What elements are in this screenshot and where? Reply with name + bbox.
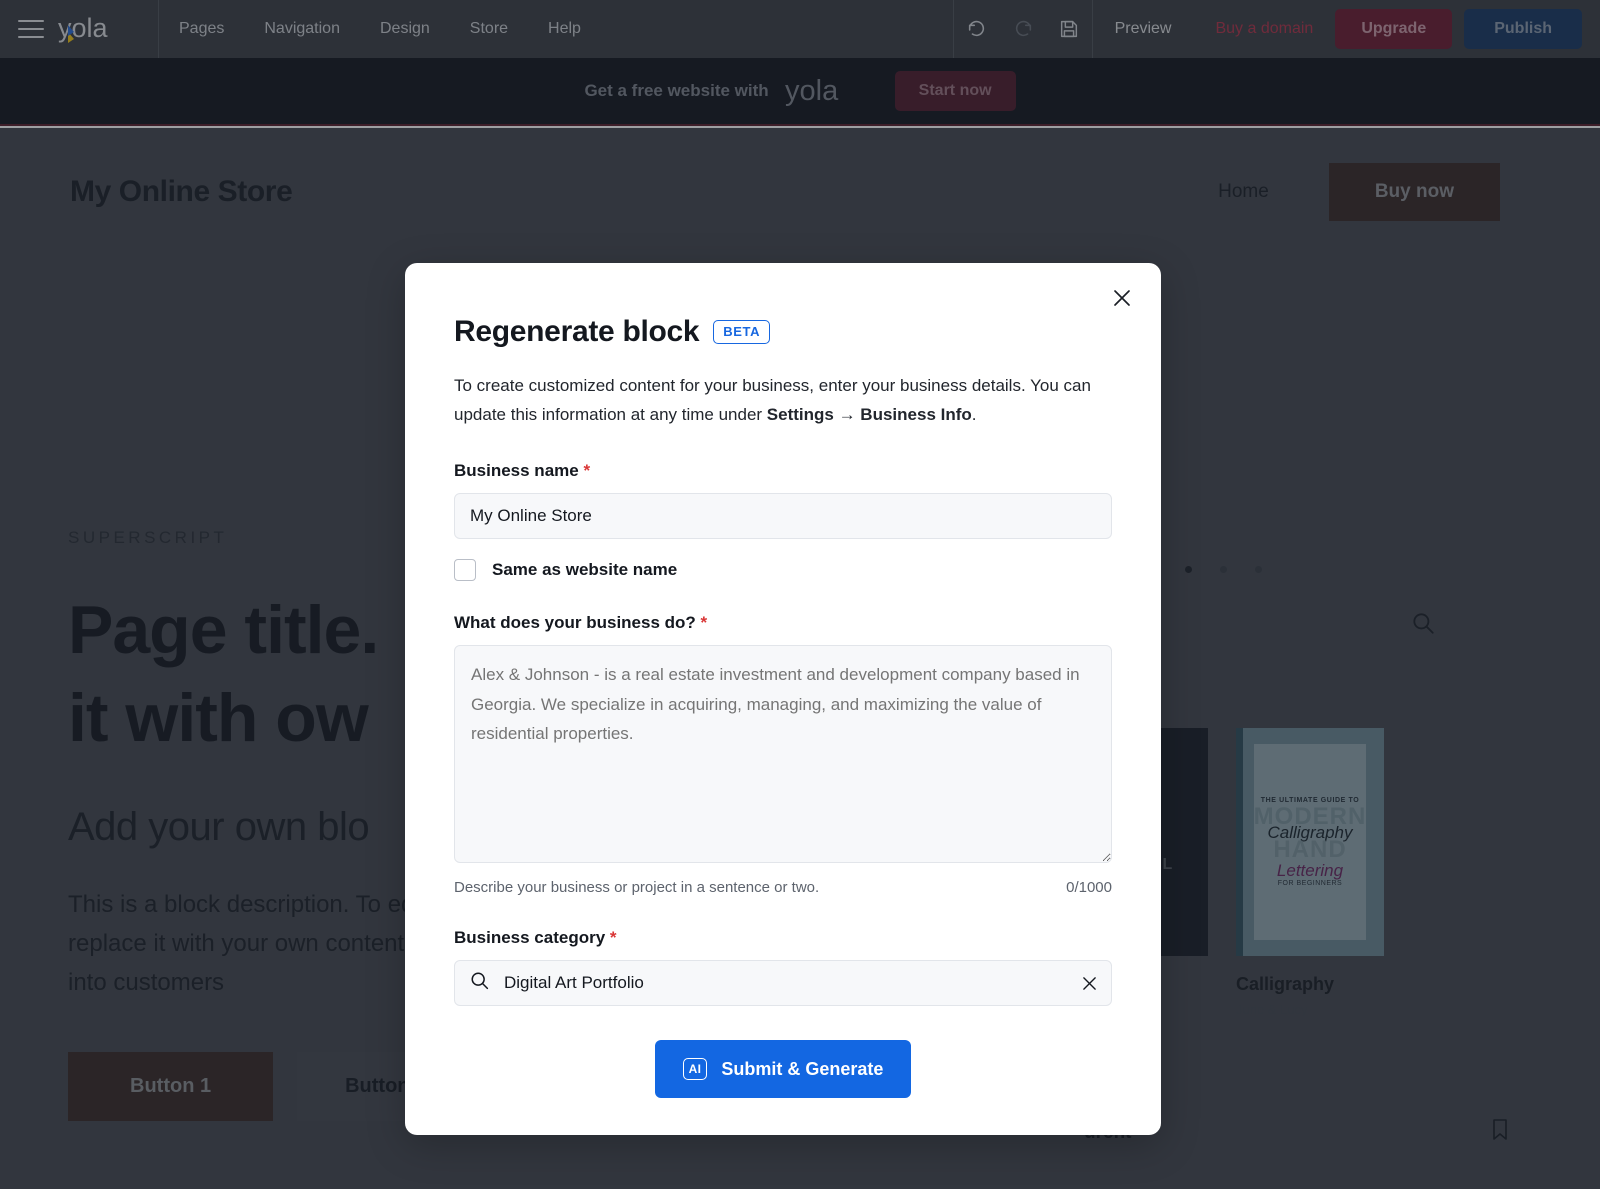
business-do-counter: 0/1000 [1066,879,1112,897]
modal-description: To create customized content for your bu… [454,371,1104,429]
same-as-website-label: Same as website name [492,560,678,580]
required-asterisk: * [609,928,617,948]
app-root: yola Pages Navigation Design Store Help [0,0,1600,1189]
search-icon [469,970,490,996]
submit-button-label: Submit & Generate [721,1058,884,1079]
required-asterisk: * [700,613,708,633]
business-category-input[interactable] [504,973,1068,994]
modal-description-highlight: Settings → Business Info [766,405,972,425]
required-asterisk: * [583,461,591,481]
business-category-label-text: Business category [454,928,606,948]
business-do-label-text: What does your business do? [454,613,696,633]
business-do-label: What does your business do? * [454,613,1112,633]
modal-description-part2: . [971,405,977,425]
close-icon[interactable] [1105,281,1139,315]
business-category-field[interactable] [454,960,1112,1007]
business-do-textarea[interactable] [454,645,1112,864]
clear-icon[interactable] [1082,976,1097,991]
business-do-helper-text: Describe your business or project in a s… [454,879,820,897]
submit-row: AI Submit & Generate [454,1040,1112,1099]
modal-header: Regenerate block BETA [454,315,1112,349]
beta-badge: BETA [713,320,771,344]
same-as-website-checkbox-row[interactable]: Same as website name [454,559,1112,582]
modal-body: Regenerate block BETA To create customiz… [405,263,1161,1099]
modal-title: Regenerate block [454,315,700,348]
business-category-label: Business category * [454,928,1112,948]
same-as-website-checkbox[interactable] [454,559,476,582]
business-name-label: Business name * [454,461,1112,481]
ai-icon: AI [682,1058,708,1081]
business-name-label-text: Business name [454,461,579,481]
business-name-input[interactable] [454,493,1112,540]
submit-and-generate-button[interactable]: AI Submit & Generate [654,1040,912,1099]
business-do-helper-row: Describe your business or project in a s… [454,879,1112,896]
regenerate-block-modal: Regenerate block BETA To create customiz… [405,263,1161,1135]
